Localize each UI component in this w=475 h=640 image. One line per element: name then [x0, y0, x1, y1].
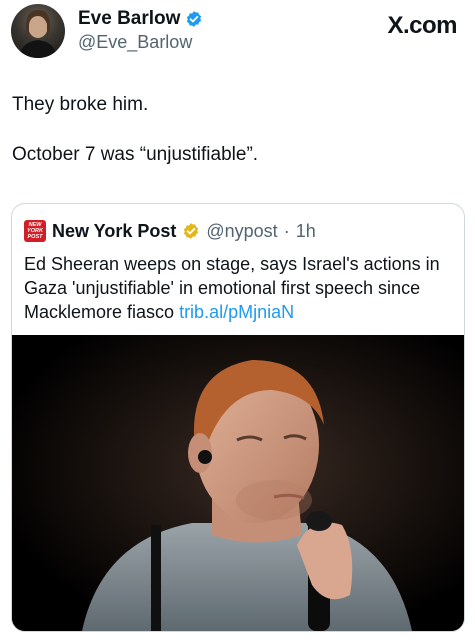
new-york-post-logo-icon[interactable]: NEW YORK POST: [24, 220, 46, 242]
quoted-author-handle[interactable]: @nypost: [206, 221, 277, 242]
quoted-tweet-text: Ed Sheeran weeps on stage, says Israel's…: [24, 252, 454, 324]
tweet-text: They broke him. October 7 was “unjustifi…: [12, 92, 462, 167]
author-avatar[interactable]: [11, 4, 65, 58]
quoted-timestamp[interactable]: 1h: [296, 221, 316, 242]
tweet-header: Eve Barlow @Eve_Barlow X.com: [0, 0, 475, 70]
author-name-row[interactable]: Eve Barlow: [78, 8, 203, 30]
verified-badge-icon: [187, 11, 202, 27]
separator-dot: ·: [283, 220, 290, 241]
tweet-line: They broke him.: [12, 94, 149, 115]
quoted-tweet-photo[interactable]: [12, 335, 464, 631]
verified-organization-badge-icon: [184, 223, 199, 239]
quoted-tweet-card[interactable]: NEW YORK POST New York Post @nypost · 1h…: [11, 203, 465, 632]
author-handle[interactable]: @Eve_Barlow: [78, 32, 192, 53]
tweet-line: October 7 was “unjustifiable”.: [12, 144, 259, 165]
author-name[interactable]: Eve Barlow: [78, 8, 180, 30]
article-link[interactable]: trib.al/pMjniaN: [179, 302, 294, 322]
quoted-tweet-header: NEW YORK POST New York Post @nypost · 1h: [24, 220, 316, 242]
x-com-watermark: X.com: [387, 12, 457, 39]
quoted-author-name[interactable]: New York Post: [52, 221, 176, 242]
